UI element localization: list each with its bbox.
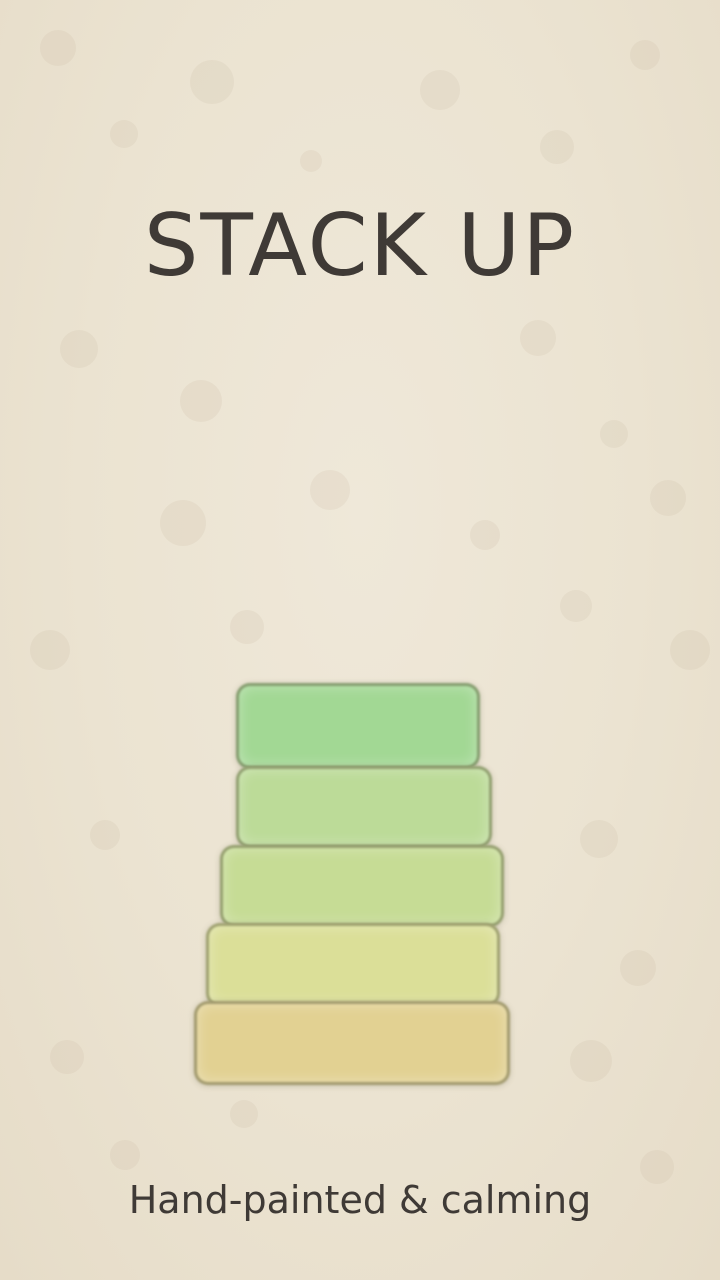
stack-block-4 — [206, 923, 500, 1007]
block-stack[interactable] — [0, 0, 720, 1280]
tagline: Hand-painted & calming — [128, 1178, 592, 1222]
stack-block-2 — [236, 766, 492, 848]
stack-block-1 — [236, 683, 480, 769]
stack-block-3 — [220, 845, 504, 927]
stack-block-5 — [194, 1001, 510, 1085]
